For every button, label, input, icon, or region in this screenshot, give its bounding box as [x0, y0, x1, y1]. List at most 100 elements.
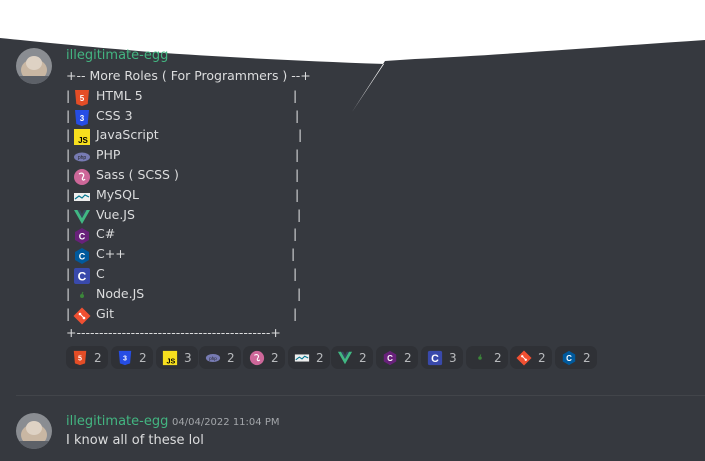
reaction-button[interactable]: 2 — [331, 346, 373, 369]
pipe-right: | — [291, 246, 296, 262]
role-line: | MySQL | — [66, 185, 311, 205]
svg-text:JS: JS — [167, 357, 176, 365]
pipe-right: | — [293, 265, 298, 281]
svg-text:C: C — [79, 252, 86, 262]
pipe-left: | — [66, 206, 71, 222]
message-divider — [16, 395, 705, 396]
vue-icon — [73, 208, 91, 226]
role-line: | Node.JS | — [66, 284, 311, 304]
reaction-button[interactable]: 2 — [510, 346, 552, 369]
svg-text:C: C — [78, 269, 87, 283]
svg-text:JS: JS — [78, 136, 88, 145]
svg-text:C: C — [431, 353, 439, 365]
role-label: MySQL — [96, 186, 139, 202]
role-label: JavaScript — [96, 127, 159, 143]
reaction-count: 2 — [139, 350, 147, 365]
reaction-button[interactable]: C3 — [421, 346, 463, 369]
svg-text:5: 5 — [80, 94, 85, 103]
pipe-left: | — [66, 147, 71, 163]
html5-icon: 5 — [73, 89, 91, 107]
reaction-button[interactable]: C2 — [376, 346, 418, 369]
username[interactable]: illegitimate-egg — [66, 48, 168, 63]
role-line: | Sass ( SCSS ) | — [66, 165, 311, 185]
sass-icon — [249, 350, 265, 366]
sass-icon — [73, 168, 91, 186]
pipe-right: | — [298, 127, 303, 143]
message-text: I know all of these lol — [66, 433, 204, 448]
git-icon — [516, 349, 532, 366]
svg-text:C: C — [566, 354, 572, 363]
svg-text:php: php — [78, 155, 87, 161]
reaction-count: 3 — [449, 350, 457, 365]
role-label: Git — [96, 305, 115, 321]
javascript-icon: JS — [162, 350, 178, 366]
role-label: PHP — [96, 147, 121, 163]
pipe-left: | — [66, 226, 71, 242]
reaction-count: 3 — [184, 350, 192, 365]
role-line: | JS JavaScript | — [66, 125, 311, 146]
pipe-right: | — [293, 226, 298, 242]
role-line: | C C | — [66, 264, 311, 284]
reaction-button[interactable]: 2 — [243, 346, 285, 369]
role-line: | Vue.JS | — [66, 205, 311, 225]
role-line: | php PHP | — [66, 145, 311, 165]
pipe-left: | — [66, 186, 71, 202]
css3-icon: 3 — [73, 109, 91, 127]
php-icon: php — [205, 350, 221, 366]
c-icon: C — [73, 267, 91, 285]
nodejs-icon — [73, 287, 91, 305]
html5-icon: 5 — [72, 350, 88, 366]
reaction-count: 2 — [359, 350, 367, 365]
pipe-right: | — [297, 206, 302, 222]
git-icon — [73, 307, 91, 325]
vue-icon — [337, 350, 353, 366]
javascript-icon: JS — [73, 128, 91, 146]
role-line: | 3 CSS 3 | — [66, 106, 311, 126]
roles-header: +-- More Roles ( For Programmers ) --+ — [66, 68, 311, 83]
pipe-right: | — [295, 107, 300, 123]
role-label: C# — [96, 226, 116, 242]
reaction-button[interactable]: JS 3 — [156, 346, 198, 369]
reaction-button[interactable]: 52 — [66, 346, 108, 369]
svg-text:C: C — [387, 354, 393, 363]
reaction-count: 2 — [583, 350, 591, 365]
avatar[interactable] — [16, 48, 52, 84]
message-content: +-- More Roles ( For Programmers ) --+ |… — [66, 66, 311, 343]
reaction-button[interactable]: 2 — [288, 346, 330, 369]
reaction-button[interactable]: 2 — [466, 346, 508, 369]
pipe-left: | — [66, 127, 71, 143]
cplusplus-icon: C — [561, 350, 577, 366]
role-line: | C C# | — [66, 224, 311, 245]
reaction-button[interactable]: php 2 — [199, 346, 241, 369]
pipe-right: | — [297, 285, 302, 301]
pipe-right: | — [293, 305, 298, 321]
reaction-count: 2 — [494, 350, 502, 365]
reaction-count: 2 — [94, 350, 102, 365]
role-label: C++ — [96, 246, 126, 262]
avatar[interactable] — [16, 413, 52, 449]
reaction-count: 2 — [227, 350, 235, 365]
pipe-left: | — [66, 107, 71, 123]
reaction-button[interactable]: 32 — [111, 346, 153, 369]
role-label: HTML 5 — [96, 87, 143, 103]
css3-icon: 3 — [117, 350, 133, 366]
csharp-icon: C — [73, 227, 91, 245]
pipe-right: | — [293, 87, 298, 103]
timestamp: 04/04/2022 11:04 PM — [172, 417, 280, 428]
pipe-left: | — [66, 87, 71, 103]
svg-text:3: 3 — [80, 114, 85, 123]
roles-list: | 5 HTML 5 | | 3 CSS 3 | | JS JavaScript | | php PHP | |… — [66, 86, 311, 325]
php-icon: php — [73, 148, 91, 166]
pipe-left: | — [66, 285, 71, 301]
reaction-count: 2 — [404, 350, 412, 365]
role-label: CSS 3 — [96, 107, 133, 123]
reaction-count: 2 — [271, 350, 279, 365]
role-label: Node.JS — [96, 285, 145, 301]
pipe-right: | — [295, 147, 300, 163]
roles-footer: +---------------------------------------… — [66, 325, 281, 341]
pipe-right: | — [295, 186, 300, 202]
reaction-count: 2 — [316, 350, 324, 365]
reaction-button[interactable]: C2 — [555, 346, 597, 369]
role-label: Vue.JS — [96, 206, 135, 222]
username[interactable]: illegitimate-egg — [66, 414, 168, 429]
